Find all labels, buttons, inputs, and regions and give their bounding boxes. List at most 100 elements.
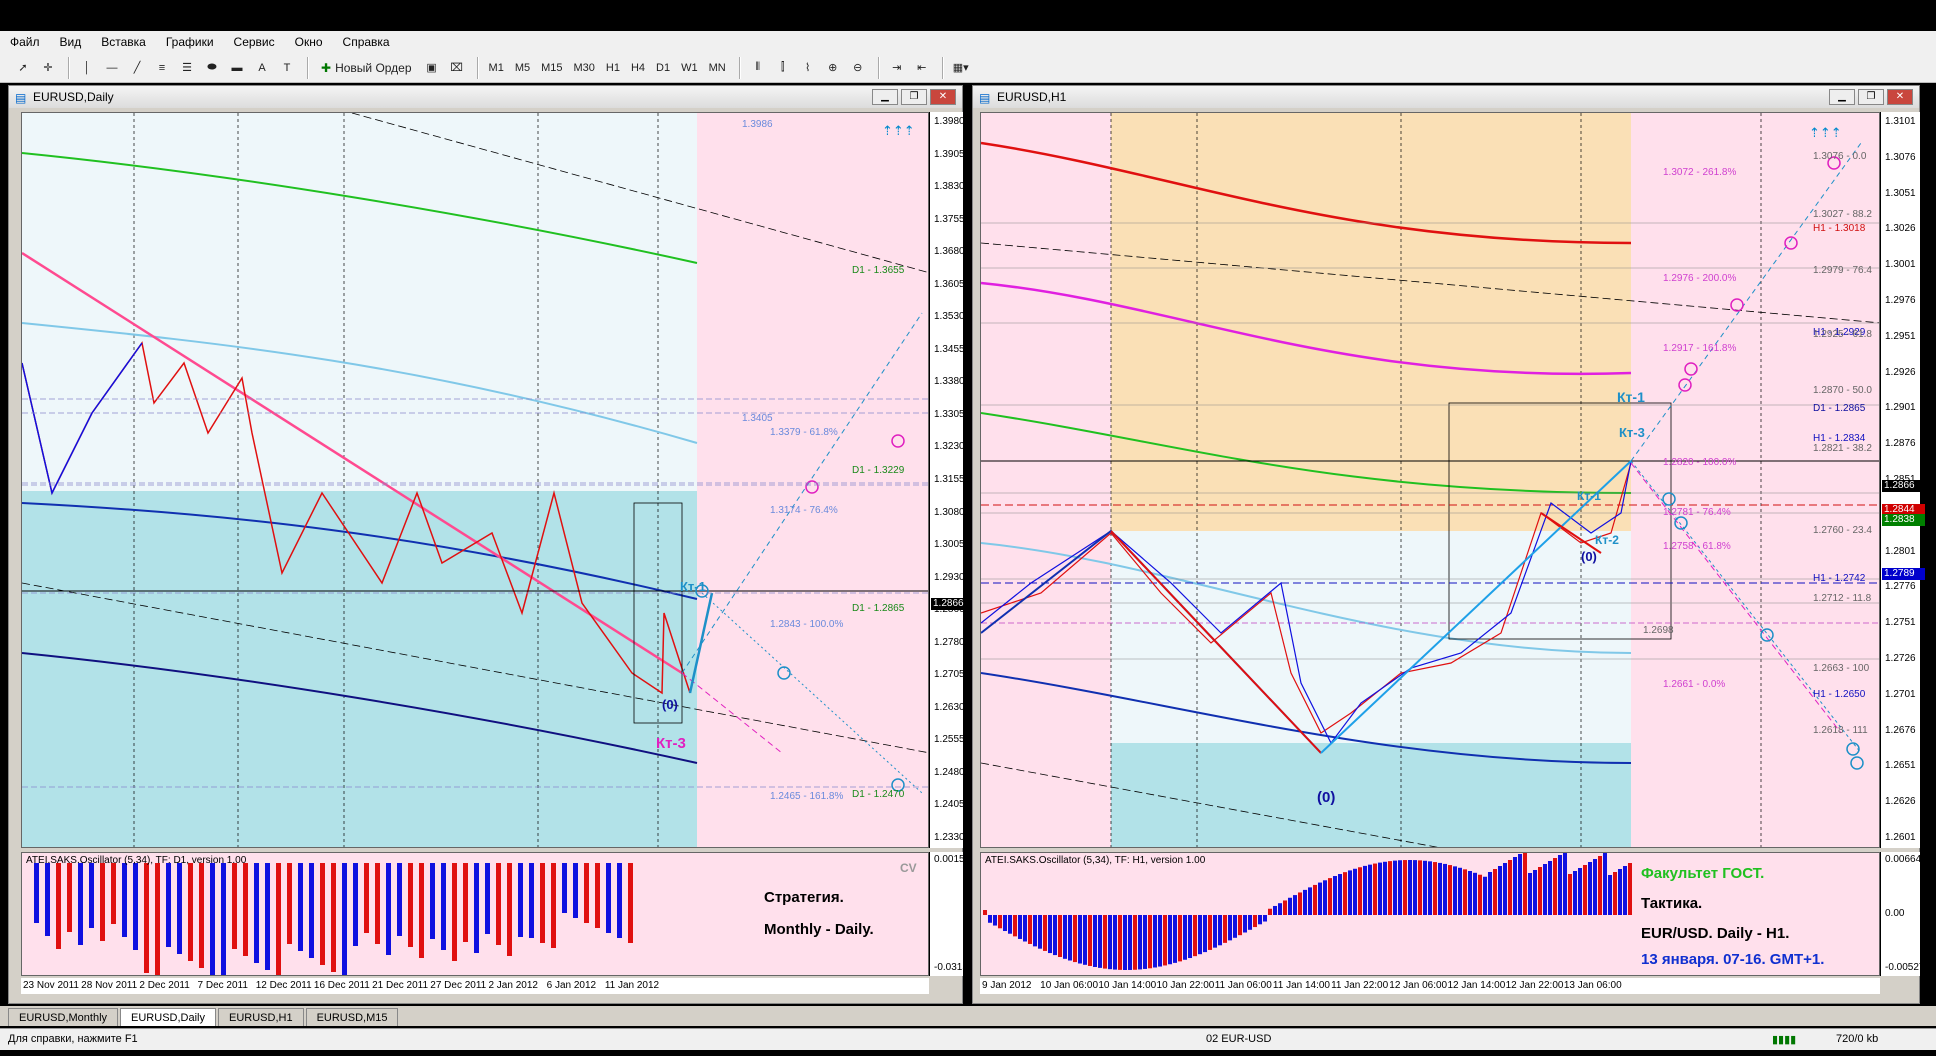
menu-6[interactable]: Справка (343, 35, 390, 49)
maximize-button[interactable]: ❐ (1858, 89, 1884, 105)
time-tick: 16 Dec 2011 (313, 980, 370, 991)
templates-icon[interactable]: ▦▾ (950, 57, 972, 79)
window-title-bar: ▤ EURUSD,H1 ▁ ❐ ✕ (973, 86, 1919, 108)
time-tick: 28 Nov 2011 (81, 980, 138, 991)
menu-3[interactable]: Графики (166, 35, 214, 49)
main-chart-h1[interactable]: 1.3076 - 0.0 1.3072 - 261.8% 1.3027 - 88.2… (980, 112, 1880, 848)
menu-4[interactable]: Сервис (234, 35, 275, 49)
osc-bar (1553, 858, 1557, 915)
minimize-button[interactable]: ▁ (1829, 89, 1855, 105)
time-tick: 23 Nov 2011 (23, 980, 79, 991)
timeframe-m15-button[interactable]: M15 (537, 57, 566, 79)
minimize-button[interactable]: ▁ (872, 89, 898, 105)
timeframe-m5-button[interactable]: M5 (511, 57, 534, 79)
price-tick: 1.2751 (1885, 617, 1916, 629)
oscillator-daily[interactable]: ATEI.SAKS.Oscillator (5,34), TF: D1, ver… (21, 852, 929, 976)
close-button[interactable]: ✕ (1887, 89, 1913, 105)
osc-top-value: 0.0015 (934, 854, 965, 865)
trendline-icon[interactable]: ╱ (126, 57, 148, 79)
close-button[interactable]: ✕ (930, 89, 956, 105)
chart-shift-icon[interactable]: ⇤ (911, 57, 933, 79)
osc-bar (397, 863, 402, 936)
time-tick: 10 Jan 06:00 (1040, 980, 1098, 991)
osc-bar (1313, 884, 1317, 915)
level-label: 1.2618 - 111 (1813, 725, 1868, 736)
autoscroll-icon[interactable]: ⇥ (886, 57, 908, 79)
chart-tab-1[interactable]: EURUSD,Daily (120, 1008, 216, 1026)
chart-window-daily: ▤ EURUSD,Daily ▁ ❐ ✕ 1.3986 D1 - 1.3655 1.34… (8, 85, 974, 1004)
crosshair-icon[interactable]: ✛ (37, 57, 59, 79)
candle-chart-icon[interactable]: ⫿ (772, 57, 794, 79)
level-label: 1.2925 - 61.8 (1813, 329, 1872, 340)
osc-bar (1523, 853, 1527, 915)
timeframe-m1-button[interactable]: M1 (485, 57, 508, 79)
menu-1[interactable]: Вид (60, 35, 82, 49)
price-chart-daily (22, 113, 928, 847)
osc-bar (1183, 915, 1187, 960)
navigator-icon[interactable]: ▣ (421, 57, 443, 79)
price-tick: 1.2555 (934, 734, 965, 746)
osc-bar (199, 863, 204, 968)
horizontal-line-icon[interactable]: — (101, 57, 123, 79)
osc-bar (983, 910, 987, 915)
vertical-line-icon[interactable]: │ (76, 57, 98, 79)
osc-bar (1563, 853, 1567, 915)
text-icon[interactable]: A (251, 57, 273, 79)
price-axis-daily[interactable]: 1.3980 1.3905 1.3830 1.3755 1.3680 1.3605 1.35… (929, 112, 974, 848)
chart-tab-3[interactable]: EURUSD,M15 (305, 1008, 399, 1026)
osc-bar (1508, 860, 1512, 915)
menu-2[interactable]: Вставка (101, 35, 146, 49)
menu-5[interactable]: Окно (295, 35, 323, 49)
price-tick: 1.2801 (1885, 545, 1916, 557)
price-tick: 1.2651 (1885, 760, 1916, 772)
timeframe-h1-button[interactable]: H1 (602, 57, 624, 79)
chart-tab-0[interactable]: EURUSD,Monthly (8, 1008, 119, 1026)
rectangle-icon[interactable]: ▬ (226, 57, 248, 79)
level-label: 1.2820 - 100.0% (1663, 457, 1737, 468)
osc-bar (1318, 882, 1322, 915)
osc-bar (1308, 887, 1312, 915)
price-tick: 1.2901 (1885, 402, 1916, 414)
cursor-icon[interactable]: ➚ (12, 57, 34, 79)
zoom-in-icon[interactable]: ⊕ (822, 57, 844, 79)
channel-icon[interactable]: ≡ (151, 57, 173, 79)
osc-bar (1483, 876, 1487, 915)
price-tick: 1.2676 (1885, 724, 1916, 736)
level-label: 1.2870 - 50.0 (1813, 385, 1872, 396)
timeframe-h4-button[interactable]: H4 (627, 57, 649, 79)
osc-bar (1303, 889, 1307, 915)
level-label: 1.3072 - 261.8% (1663, 167, 1737, 178)
osc-bar (133, 863, 138, 950)
ellipse-icon[interactable]: ⬬ (201, 57, 223, 79)
timeframe-d1-button[interactable]: D1 (652, 57, 674, 79)
label-icon[interactable]: T (276, 57, 298, 79)
osc-bar (1258, 915, 1262, 925)
osc-bar (1498, 866, 1502, 915)
timeframe-text: Monthly - Daily. (764, 921, 874, 938)
new-order-button[interactable]: ✚ Новый Ордер (315, 57, 418, 79)
timeframe-m30-button[interactable]: M30 (570, 57, 599, 79)
osc-bar (1123, 915, 1127, 970)
line-chart-icon[interactable]: ⌇ (797, 57, 819, 79)
bar-chart-icon[interactable]: ⫴ (747, 57, 769, 79)
main-chart-daily[interactable]: 1.3986 D1 - 1.3655 1.3405 1.3379 - 61.8% D1 … (21, 112, 929, 848)
osc-bar (78, 863, 83, 945)
level-label: 1.2976 - 200.0% (1663, 273, 1737, 284)
menu-0[interactable]: Файл (10, 35, 40, 49)
fibo-icon[interactable]: ☰ (176, 57, 198, 79)
level-label: D1 - 1.2865 (1813, 403, 1866, 414)
tester-icon[interactable]: ⌧ (446, 57, 468, 79)
price-axis-h1[interactable]: 1.3101 1.3076 1.3051 1.3026 1.3001 1.2976 1.29… (1880, 112, 1925, 848)
timeframe-mn-button[interactable]: MN (705, 57, 730, 79)
osc-bar (1573, 871, 1577, 915)
timeframe-w1-button[interactable]: W1 (677, 57, 702, 79)
chart-tab-2[interactable]: EURUSD,H1 (218, 1008, 304, 1026)
oscillator-h1[interactable]: ATEI.SAKS.Oscillator (5,34), TF: H1, ver… (980, 852, 1880, 976)
osc-bar (1613, 872, 1617, 915)
osc-bar (1518, 854, 1522, 915)
price-tick: 1.2630 (934, 701, 965, 713)
osc-bar (1448, 865, 1452, 915)
maximize-button[interactable]: ❐ (901, 89, 927, 105)
osc-bar (1218, 915, 1222, 946)
zoom-out-icon[interactable]: ⊖ (847, 57, 869, 79)
